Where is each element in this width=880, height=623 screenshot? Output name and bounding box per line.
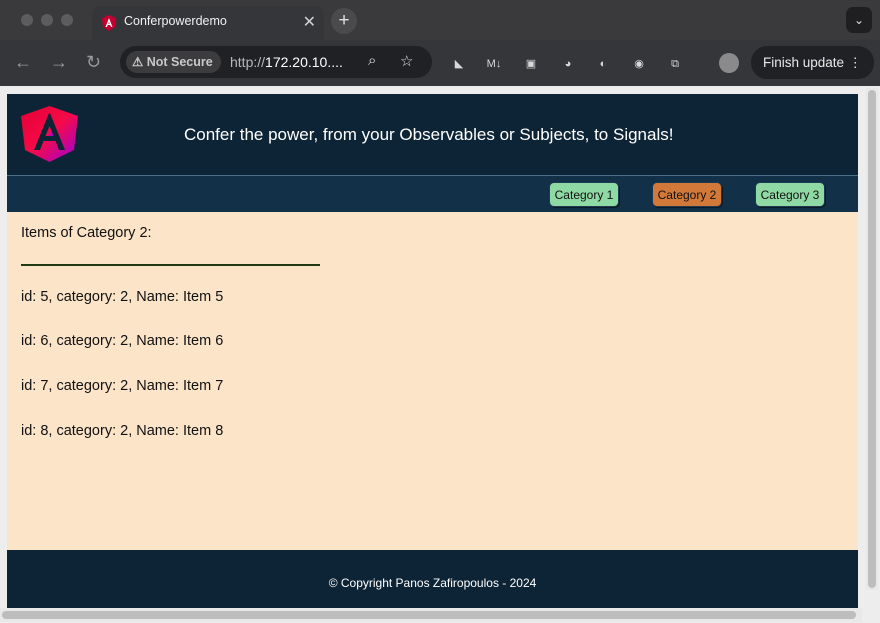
copyright-text: © Copyright Panos Zafiropoulos - 2024 — [328, 576, 537, 590]
markdown-extension-icon[interactable]: M↓ — [486, 56, 502, 72]
list-item: id: 5, category: 2, Name: Item 5 — [21, 289, 224, 305]
forward-arrow-icon[interactable]: → — [50, 52, 68, 73]
list-item: id: 8, category: 2, Name: Item 8 — [21, 423, 224, 439]
category-1-button[interactable]: Category 1 — [549, 182, 619, 207]
app-header: Confer the power, from your Observables … — [7, 94, 858, 176]
category-2-button[interactable]: Category 2 — [652, 182, 722, 207]
list-item: id: 7, category: 2, Name: Item 7 — [21, 378, 224, 394]
category-3-button[interactable]: Category 3 — [755, 182, 825, 207]
warning-triangle-icon: ⚠ — [132, 55, 144, 69]
tab-close-icon[interactable]: ✕ — [303, 12, 316, 32]
horizontal-scroll-thumb[interactable] — [2, 611, 856, 619]
not-secure-chip[interactable]: ⚠ Not Secure — [126, 51, 221, 73]
browser-tab-active[interactable]: Conferpowerdemo ✕ — [92, 6, 324, 40]
page-title: Confer the power, from your Observables … — [184, 125, 674, 144]
browser-tab-bar: Conferpowerdemo ✕ + ⌄ — [0, 0, 880, 40]
window-close-dot[interactable] — [21, 14, 33, 26]
browser-toolbar: ← → ↻ ⚠ Not Secure http://172.20.10.... … — [0, 40, 880, 86]
angular-favicon-icon — [102, 15, 116, 31]
app-footer: © Copyright Panos Zafiropoulos - 2024 — [7, 550, 858, 608]
heading-divider — [21, 264, 320, 266]
extension-m-icon[interactable]: ◣ — [451, 56, 467, 72]
new-tab-button[interactable]: + — [331, 8, 357, 34]
zoom-magnifier-icon[interactable]: ⌕ — [368, 52, 376, 69]
reload-icon[interactable]: ↻ — [86, 52, 101, 73]
dark-mode-extension-icon[interactable]: ◐ — [595, 56, 611, 72]
items-panel: Items of Category 2: id: 5, category: 2,… — [21, 225, 320, 439]
category-nav: Category 1 Category 2 Category 3 — [7, 176, 858, 212]
back-arrow-icon[interactable]: ← — [14, 52, 32, 73]
vertical-scroll-thumb[interactable] — [868, 90, 876, 588]
horizontal-scrollbar[interactable] — [0, 608, 862, 622]
tab-title: Conferpowerdemo — [124, 14, 227, 28]
window-minimize-dot[interactable] — [41, 14, 53, 26]
cat-extension-icon[interactable]: ◕ — [560, 56, 576, 72]
address-bar[interactable]: ⚠ Not Secure http://172.20.10.... ⌕ ☆ — [120, 46, 432, 78]
finish-update-label: Finish update — [763, 55, 845, 70]
tab-search-chevron-icon[interactable]: ⌄ — [846, 7, 872, 33]
bookmark-star-icon[interactable]: ☆ — [400, 52, 413, 70]
window-maximize-dot[interactable] — [61, 14, 73, 26]
kebab-menu-icon[interactable]: ⋮ — [849, 46, 863, 79]
window-extension-icon[interactable]: ▣ — [523, 56, 539, 72]
security-label: Not Secure — [146, 55, 213, 69]
puzzle-extensions-icon[interactable]: ⧉ — [667, 56, 683, 72]
database-extension-icon[interactable]: ◉ — [631, 56, 647, 72]
finish-update-button[interactable]: Finish update ⋮ — [751, 46, 874, 79]
vertical-scrollbar[interactable] — [866, 88, 878, 590]
profile-avatar[interactable] — [719, 53, 739, 73]
url-text[interactable]: http://172.20.10.... — [230, 54, 343, 70]
angular-logo-icon — [21, 106, 78, 162]
list-item: id: 6, category: 2, Name: Item 6 — [21, 333, 224, 349]
items-heading: Items of Category 2: — [21, 225, 152, 241]
web-page: Confer the power, from your Observables … — [7, 94, 858, 608]
